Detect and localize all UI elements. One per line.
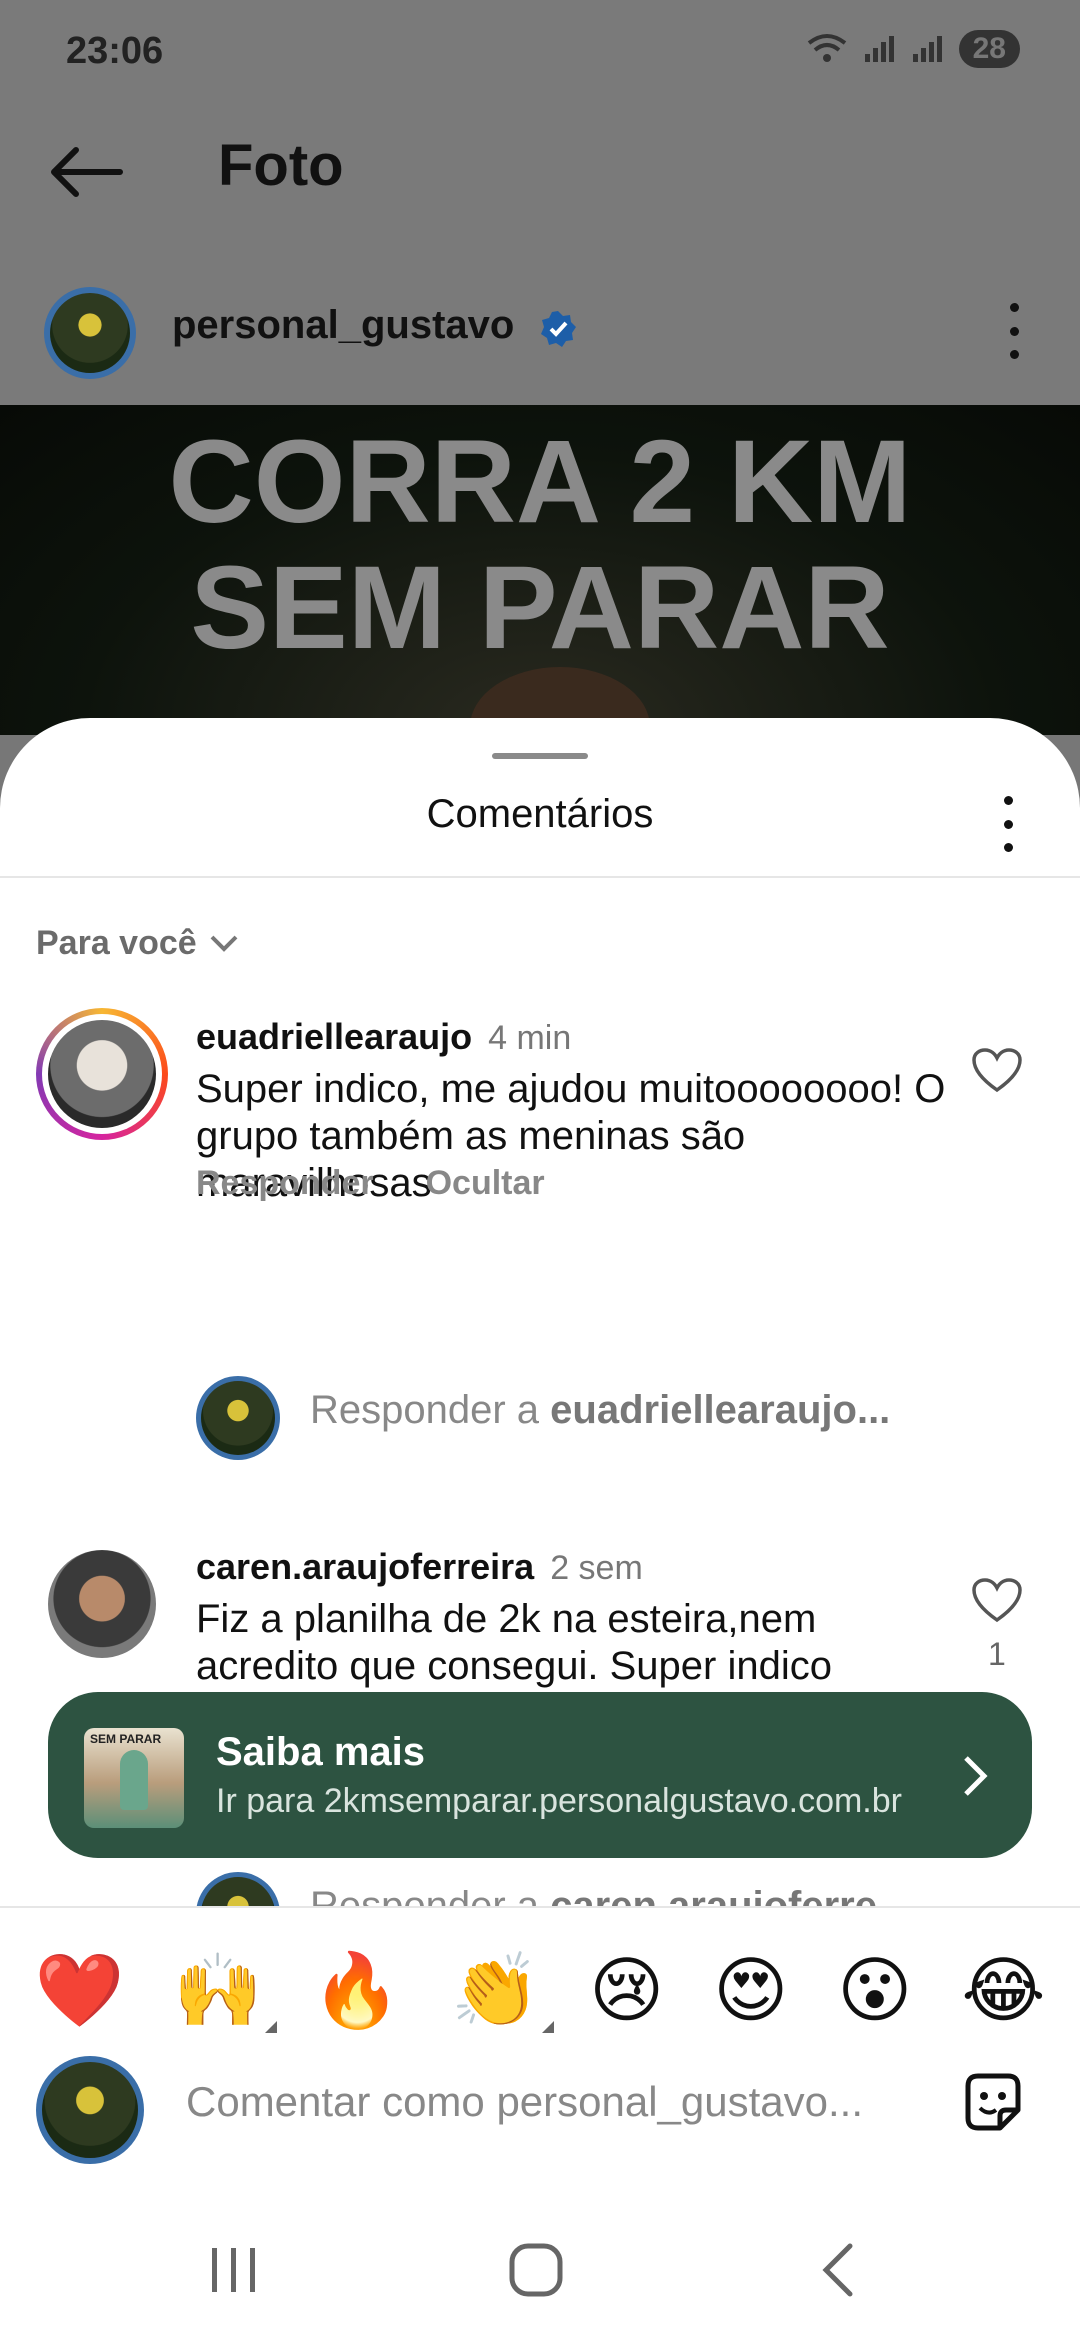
status-bar: 23:06 28 bbox=[0, 0, 1080, 110]
quick-reactions: ❤️ 🙌 🔥 👏 😢 😍 😮 😂 bbox=[0, 1948, 1080, 2033]
post-author-row: personal_gustavo bbox=[0, 275, 1080, 385]
comment-filter-dropdown[interactable]: Para você bbox=[36, 924, 239, 963]
promo-thumbnail-label: SEM PARAR bbox=[90, 1732, 162, 1746]
like-heart-icon[interactable] bbox=[972, 1048, 1022, 1094]
like-count: 1 bbox=[988, 1636, 1006, 1672]
verified-badge-icon bbox=[541, 311, 576, 347]
comment-text: Fiz a planilha de 2k na esteira,nem acre… bbox=[196, 1597, 832, 1688]
filter-label: Para você bbox=[36, 924, 197, 962]
reaction-crying[interactable]: 😢 bbox=[589, 1948, 664, 2033]
page-title: Foto bbox=[218, 133, 344, 198]
commenter-avatar[interactable] bbox=[48, 1550, 156, 1658]
composer-avatar bbox=[36, 2056, 144, 2164]
post-headline-line2: SEM PARAR bbox=[190, 542, 890, 674]
post-image: CORRA 2 KM SEM PARAR bbox=[0, 405, 1080, 735]
post-headline-line1: CORRA 2 KM bbox=[168, 416, 912, 548]
sheet-title: Comentários bbox=[426, 792, 654, 836]
promo-link: Ir para 2kmsemparar.personalgustavo.com.… bbox=[216, 1782, 902, 1820]
promo-thumbnail: SEM PARAR bbox=[84, 1728, 184, 1828]
comment-input[interactable]: Comentar como personal_gustavo... bbox=[186, 2078, 863, 2126]
status-time: 23:06 bbox=[66, 30, 164, 72]
sheet-divider bbox=[0, 876, 1080, 878]
signal-icon bbox=[863, 32, 897, 66]
chevron-right-icon bbox=[964, 1756, 988, 1796]
promo-title: Saiba mais bbox=[216, 1730, 426, 1774]
signal-icon bbox=[911, 32, 945, 66]
panel-divider bbox=[0, 1906, 1080, 1908]
reaction-heart-eyes[interactable]: 😍 bbox=[713, 1948, 788, 2033]
comments-options-icon[interactable] bbox=[1002, 796, 1014, 852]
chevron-down-icon bbox=[210, 935, 238, 952]
status-icons: 28 bbox=[805, 30, 1020, 68]
comment-username[interactable]: euadriellearaujo 4 min bbox=[196, 1016, 571, 1058]
reply-input[interactable]: Responder a euadriellearaujo... bbox=[310, 1388, 890, 1433]
system-nav-bar bbox=[0, 2220, 1080, 2340]
battery-indicator: 28 bbox=[958, 30, 1020, 68]
reaction-fire[interactable]: 🔥 bbox=[312, 1948, 402, 2033]
reaction-laughing[interactable]: 😂 bbox=[961, 1948, 1045, 2033]
reaction-clap[interactable]: 👏 bbox=[450, 1948, 555, 2033]
reaction-heart[interactable]: ❤️ bbox=[35, 1948, 125, 2033]
comment-time: 4 min bbox=[488, 1019, 572, 1057]
my-avatar bbox=[196, 1376, 280, 1460]
reaction-surprised[interactable]: 😮 bbox=[837, 1948, 912, 2033]
comment-time: 2 sem bbox=[550, 1549, 643, 1587]
author-username[interactable]: personal_gustavo bbox=[172, 303, 514, 348]
author-avatar[interactable] bbox=[44, 287, 136, 379]
like-heart-icon[interactable] bbox=[972, 1578, 1022, 1624]
recent-apps-icon[interactable] bbox=[206, 2244, 262, 2296]
reaction-raised-hands[interactable]: 🙌 bbox=[173, 1948, 277, 2033]
wifi-icon bbox=[807, 34, 846, 62]
back-arrow-icon[interactable] bbox=[46, 142, 126, 202]
promo-banner[interactable]: SEM PARAR Saiba mais Ir para 2kmsemparar… bbox=[48, 1692, 1032, 1858]
reply-button[interactable]: Responder bbox=[196, 1164, 374, 1203]
sticker-icon[interactable] bbox=[958, 2068, 1028, 2138]
comment-username[interactable]: caren.araujoferreira 2 sem bbox=[196, 1546, 643, 1588]
hide-button[interactable]: Ocultar bbox=[426, 1164, 545, 1203]
post-options-icon[interactable] bbox=[1008, 303, 1020, 359]
home-icon[interactable] bbox=[508, 2242, 564, 2298]
comment-actions: Responder Ocultar bbox=[196, 1164, 545, 1203]
back-nav-icon[interactable] bbox=[818, 2240, 858, 2300]
sheet-drag-handle[interactable] bbox=[492, 753, 588, 759]
commenter-avatar[interactable] bbox=[36, 1008, 168, 1140]
top-app-bar: Foto bbox=[0, 120, 1080, 220]
reply-prompt-row[interactable]: Responder a euadriellearaujo... bbox=[0, 1370, 1080, 1460]
